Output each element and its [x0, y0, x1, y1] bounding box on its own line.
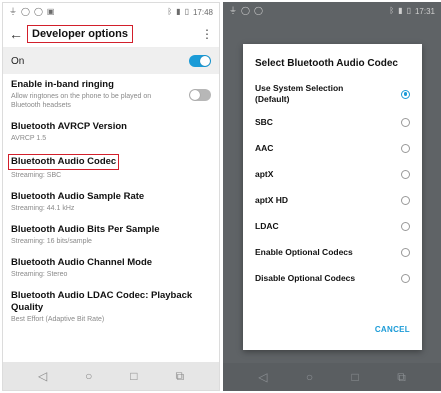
codec-option[interactable]: Enable Optional Codecs	[243, 239, 422, 265]
nav-home-icon[interactable]: ○	[306, 370, 313, 384]
master-switch-label: On	[11, 55, 25, 67]
item-title: Bluetooth Audio Bits Per Sample	[11, 224, 160, 235]
nav-home-icon[interactable]: ○	[85, 369, 92, 383]
nav-back-icon[interactable]: ◁	[38, 369, 47, 383]
item-title: Bluetooth Audio Sample Rate	[11, 191, 145, 202]
signal-icon: ▮	[176, 7, 181, 16]
navigation-bar: ◁ ○ □ ⧉	[3, 362, 219, 390]
option-label: AAC	[255, 143, 274, 153]
status-time: 17:48	[192, 7, 213, 17]
app-toolbar: ← Developer options ⋮	[3, 21, 219, 48]
radio-icon[interactable]	[401, 117, 410, 127]
developer-options-screen: ⏚ ◯ ◯ ▣ ᛒ ▮ ▯ 17:48 ← Developer options …	[2, 2, 220, 391]
nav-back-icon[interactable]: ◁	[258, 370, 267, 384]
codec-option[interactable]: AAC	[243, 135, 422, 161]
item-subtitle: Best Effort (Adaptive Bit Rate)	[11, 316, 105, 323]
status-bar: ⏚ ◯ ◯ ▣ ᛒ ▮ ▯ 17:48	[3, 3, 219, 21]
item-subtitle: AVRCP 1.5	[11, 135, 47, 142]
item-subtitle: Streaming: 16 bits/sample	[11, 238, 92, 245]
signal-icon: ▮	[398, 6, 403, 15]
option-label: aptX	[255, 169, 274, 179]
codec-option[interactable]: aptX HD	[243, 187, 422, 213]
item-subtitle: Allow ringtones on the phone to be playe…	[11, 93, 152, 109]
item-title: Enable in-band ringing	[11, 79, 114, 90]
cancel-button[interactable]: CANCEL	[375, 325, 410, 334]
list-item-bits-per-sample[interactable]: Bluetooth Audio Bits Per Sample Streamin…	[11, 219, 211, 252]
radio-icon[interactable]	[401, 273, 410, 283]
status-bar: ⏚ ◯ ◯ ᛒ ▮ ▯ 17:31	[223, 2, 441, 20]
overflow-menu-icon[interactable]: ⋮	[201, 27, 213, 41]
codec-select-dialog: Select Bluetooth Audio Codec Use System …	[243, 44, 422, 350]
list-item-avrcp-version[interactable]: Bluetooth AVRCP Version AVRCP 1.5	[11, 116, 211, 149]
nav-extra-icon[interactable]: ⧉	[397, 370, 406, 385]
image-icon: ▣	[46, 7, 55, 16]
navigation-bar: ◁ ○ □ ⧉	[223, 363, 441, 391]
in-band-ringing-toggle[interactable]	[189, 88, 211, 101]
circle-icon: ◯	[253, 6, 263, 15]
settings-list: Enable in-band ringing Allow ringtones o…	[3, 74, 219, 330]
codec-option[interactable]: Use System Selection (Default)	[243, 79, 422, 109]
nav-recent-icon[interactable]: □	[352, 370, 359, 384]
item-subtitle: Streaming: 44.1 kHz	[11, 205, 75, 212]
option-label: aptX HD	[255, 195, 289, 205]
codec-option[interactable]: SBC	[243, 109, 422, 135]
developer-options-master-switch-row[interactable]: On	[3, 48, 219, 74]
codec-option[interactable]: LDAC	[243, 213, 422, 239]
radio-selected-icon[interactable]	[401, 89, 410, 99]
radio-icon[interactable]	[401, 143, 410, 153]
list-item-sample-rate[interactable]: Bluetooth Audio Sample Rate Streaming: 4…	[11, 186, 211, 219]
option-label: SBC	[255, 117, 273, 127]
option-label: Enable Optional Codecs	[255, 247, 353, 257]
item-title: Bluetooth Audio Channel Mode	[11, 257, 153, 268]
item-title: Bluetooth AVRCP Version	[11, 121, 127, 132]
list-item-audio-codec[interactable]: Bluetooth Audio Codec Streaming: SBC	[8, 149, 211, 186]
item-title: Bluetooth Audio Codec	[8, 154, 120, 170]
radio-icon[interactable]	[401, 221, 410, 231]
back-arrow-icon[interactable]: ←	[9, 26, 23, 42]
nav-extra-icon[interactable]: ⧉	[175, 369, 184, 384]
radio-icon[interactable]	[401, 195, 410, 205]
option-label: Disable Optional Codecs	[255, 273, 356, 283]
item-subtitle: Streaming: Stereo	[11, 271, 68, 278]
battery-icon: ▯	[406, 6, 411, 15]
toggle-knob	[190, 89, 200, 100]
status-time: 17:31	[414, 6, 435, 16]
usb-icon: ⏚	[9, 7, 17, 16]
list-item-channel-mode[interactable]: Bluetooth Audio Channel Mode Streaming: …	[11, 252, 211, 285]
item-title: Bluetooth Audio LDAC Codec: Playback Qua…	[11, 290, 193, 313]
toggle-knob	[200, 56, 210, 66]
bluetooth-icon: ᛒ	[389, 6, 395, 15]
radio-icon[interactable]	[401, 247, 410, 257]
codec-dialog-screen: ⏚ ◯ ◯ ᛒ ▮ ▯ 17:31 Select Bluetooth Audio…	[223, 2, 441, 391]
circle-icon: ◯	[21, 7, 30, 16]
list-item-ldac-quality[interactable]: Bluetooth Audio LDAC Codec: Playback Qua…	[11, 285, 211, 330]
page-title: Developer options	[27, 25, 133, 43]
option-label: Use System Selection (Default)	[255, 83, 344, 104]
circle-icon: ◯	[33, 7, 43, 16]
item-subtitle: Streaming: SBC	[11, 172, 62, 179]
bluetooth-icon: ᛒ	[167, 7, 173, 16]
usb-icon: ⏚	[229, 6, 237, 15]
option-label: LDAC	[255, 221, 279, 231]
list-item-in-band-ringing[interactable]: Enable in-band ringing Allow ringtones o…	[11, 74, 211, 116]
circle-icon: ◯	[241, 6, 250, 15]
radio-icon[interactable]	[401, 169, 410, 179]
dialog-title: Select Bluetooth Audio Codec	[255, 58, 398, 69]
codec-option[interactable]: aptX	[243, 161, 422, 187]
master-toggle[interactable]	[189, 55, 211, 67]
nav-recent-icon[interactable]: □	[130, 369, 137, 383]
codec-option[interactable]: Disable Optional Codecs	[243, 265, 422, 291]
battery-icon: ▯	[184, 7, 189, 16]
